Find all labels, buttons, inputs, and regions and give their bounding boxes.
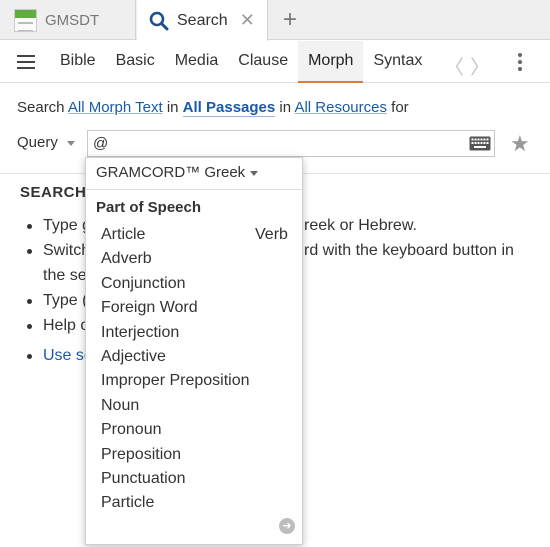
pos-item-punctuation[interactable]: Punctuation [101, 467, 250, 491]
tab-gmsdt-label: GMSDT [45, 11, 100, 29]
tab-search[interactable]: Search ✕ [137, 0, 268, 41]
pos-item-noun[interactable]: Noun [101, 394, 250, 418]
add-tab-icon[interactable]: + [283, 6, 297, 34]
pos-item-adverb[interactable]: Adverb [101, 247, 250, 271]
pos-item-adjective[interactable]: Adjective [101, 345, 250, 369]
tab-morph[interactable]: Morph [298, 41, 364, 83]
search-icon [149, 11, 169, 31]
pos-item-particle[interactable]: Particle [101, 491, 250, 515]
in-label: in [166, 99, 179, 116]
in-label: in [279, 99, 292, 116]
morphology-selector[interactable]: GRAMCORD™ Greek [96, 164, 259, 181]
keyboard-icon[interactable] [469, 136, 491, 155]
morphology-label: GRAMCORD™ Greek [96, 164, 246, 181]
for-label: for [391, 99, 409, 116]
search-prefix: Search [17, 99, 65, 116]
tab-clause[interactable]: Clause [228, 41, 298, 83]
dropdown-divider [86, 189, 302, 190]
pos-item-pronoun[interactable]: Pronoun [101, 418, 250, 442]
more-options-icon[interactable] [518, 53, 522, 71]
morph-dropdown: GRAMCORD™ Greek Part of Speech Article A… [85, 157, 303, 545]
pos-item-article[interactable]: Article [101, 223, 250, 247]
chevron-left-icon[interactable]: 〈 [444, 51, 464, 80]
search-type-tabs: Bible Basic Media Clause Morph Syntax [50, 41, 432, 83]
tab-basic[interactable]: Basic [106, 41, 165, 83]
pos-item-conjunction[interactable]: Conjunction [101, 272, 250, 296]
query-input[interactable]: @ [87, 130, 495, 157]
pos-item-improper-preposition[interactable]: Improper Preposition [101, 369, 250, 393]
part-of-speech-list: Article Adverb Conjunction Foreign Word … [101, 223, 250, 516]
part-of-speech-heading: Part of Speech [96, 199, 202, 216]
pos-item-interjection[interactable]: Interjection [101, 321, 250, 345]
search-scope-line: Search All Morph Text in All Passages in… [17, 99, 409, 117]
chevron-right-icon[interactable]: 〉 [470, 51, 490, 80]
resources-link[interactable]: All Resources [294, 99, 387, 116]
pos-item-verb[interactable]: Verb [255, 223, 288, 247]
query-dropdown-caret-icon[interactable] [67, 141, 75, 146]
tab-search-label: Search [177, 11, 228, 29]
tab-syntax[interactable]: Syntax [363, 41, 432, 83]
help-title: SEARCH [20, 184, 87, 201]
arrow-right-circle-icon[interactable]: ➜ [279, 518, 295, 534]
tab-media[interactable]: Media [165, 41, 229, 83]
scope-text-link[interactable]: All Morph Text [68, 99, 163, 116]
tab-strip: GMSDT Search ✕ + [0, 0, 550, 41]
pos-item-foreign-word[interactable]: Foreign Word [101, 296, 250, 320]
document-thumbnail-icon [14, 8, 37, 32]
close-icon[interactable]: ✕ [240, 10, 255, 31]
tab-bible[interactable]: Bible [50, 41, 106, 83]
star-icon[interactable]: ★ [510, 131, 530, 157]
tab-gmsdt[interactable]: GMSDT [0, 0, 136, 40]
pos-item-preposition[interactable]: Preposition [101, 443, 250, 467]
passages-link[interactable]: All Passages [182, 99, 276, 117]
chevron-down-icon [250, 170, 259, 176]
query-label[interactable]: Query [17, 134, 58, 151]
search-toolbar: Bible Basic Media Clause Morph Syntax 〈 … [0, 41, 550, 83]
menu-icon[interactable] [17, 55, 35, 69]
